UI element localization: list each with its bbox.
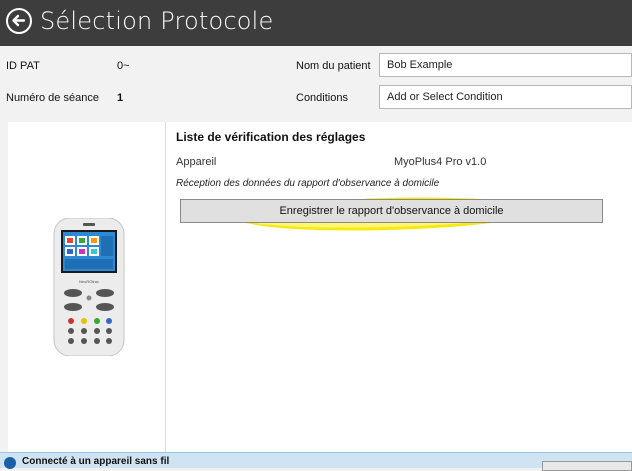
save-report-button[interactable]: Enregistrer le rapport d'observance à do… (180, 199, 603, 223)
device-brand: NeuROtrac (79, 279, 99, 284)
session-number-label: Numéro de séance (6, 92, 99, 104)
patient-name-field[interactable]: Bob Example (379, 53, 632, 77)
status-bar: Connecté à un appareil sans fil (0, 452, 632, 471)
page-title: Sélection Protocole (40, 7, 274, 35)
reception-text: Réception des données du rapport d'obser… (176, 178, 440, 189)
device-image: NeuROtrac (53, 218, 125, 356)
id-pat-label: ID PAT (6, 60, 40, 72)
back-arrow-icon (12, 14, 26, 27)
status-button[interactable] (542, 461, 632, 471)
panel-divider (165, 122, 166, 452)
session-number-value: 1 (117, 92, 124, 104)
info-icon (4, 457, 16, 469)
patient-row-2: Numéro de séance 1 Conditions Add or Sel… (0, 84, 632, 114)
id-pat-value: 0~ (117, 60, 130, 72)
device-value: MyoPlus4 Pro v1.0 (394, 156, 487, 168)
conditions-label: Conditions (296, 92, 348, 104)
patient-name-label: Nom du patient (296, 60, 371, 72)
conditions-field[interactable]: Add or Select Condition (379, 85, 632, 109)
title-bar: Sélection Protocole (0, 0, 632, 46)
back-button[interactable] (6, 8, 32, 34)
patient-row-1: ID PAT 0~ Nom du patient Bob Example (0, 52, 632, 82)
status-text: Connecté à un appareil sans fil (22, 456, 170, 467)
protocol-panel: NeuROtrac Liste de vérification des régl… (8, 122, 632, 452)
checklist-title: Liste de vérification des réglages (176, 130, 366, 144)
device-label: Appareil (176, 156, 217, 168)
